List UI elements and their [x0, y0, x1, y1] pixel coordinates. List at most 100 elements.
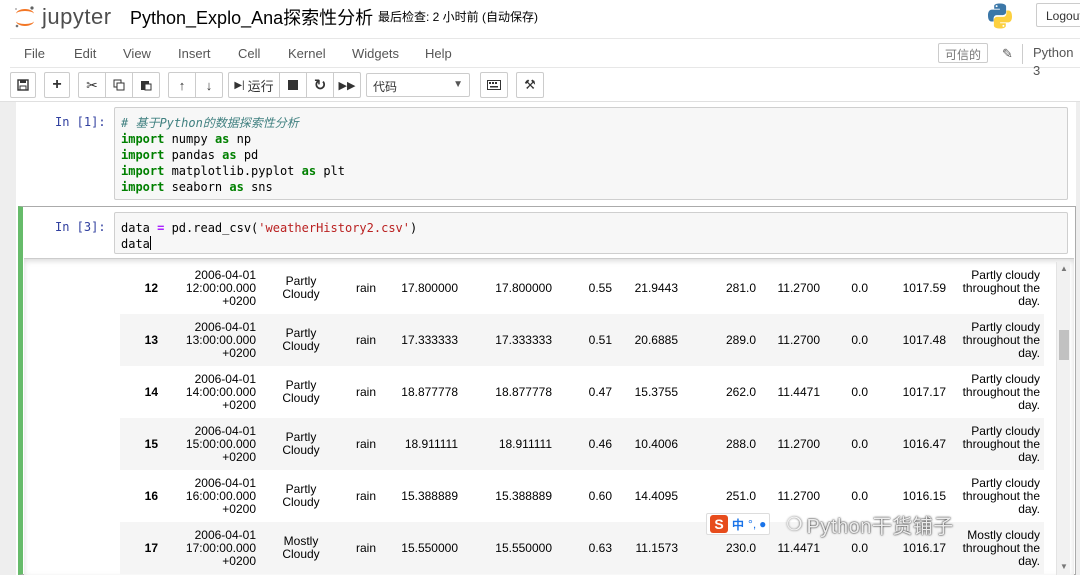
cell-2-code-editor[interactable]: data = pd.read_csv('weatherHistory2.csv'…	[114, 212, 1068, 254]
run-button[interactable]: ▶| 运行	[228, 72, 280, 98]
cell-text: 251.0	[725, 488, 756, 503]
scroll-up-arrow-icon[interactable]: ▲	[1060, 264, 1068, 273]
command-palette-button[interactable]	[480, 72, 508, 98]
cell-text: 1016.47	[902, 436, 946, 451]
code-line: data	[121, 236, 1061, 252]
cell-text: 15.388889	[495, 488, 552, 503]
table-cell-temp: 17.333333	[390, 314, 458, 366]
code-token: seaborn	[164, 180, 230, 194]
cell-text: 18.911111	[404, 436, 458, 451]
watermark: S 中 °, ● ❍ Python干货铺子	[706, 510, 954, 538]
code-token: np	[229, 132, 252, 146]
cell-text: 0.0	[851, 488, 868, 503]
menu-file[interactable]: File	[24, 46, 45, 61]
scissors-icon: ✂	[86, 76, 98, 93]
kernel-indicator[interactable]: Python 3	[1022, 44, 1080, 78]
logout-button[interactable]: Logout	[1036, 3, 1080, 27]
toggle-toolbar-button[interactable]: ⚒	[516, 72, 544, 98]
output-scrollbar[interactable]: ▲ ▼	[1056, 262, 1070, 575]
cell-text: 1017.48	[902, 332, 946, 347]
table-row: 14 2006-04-01 14:00:00.000 +0200 Partly Cloud…	[120, 366, 1044, 418]
interrupt-button[interactable]	[279, 72, 307, 98]
menu-edit[interactable]: Edit	[74, 46, 96, 61]
move-up-button[interactable]: ↑	[168, 72, 196, 98]
cell-type-select[interactable]: 代码 ▼	[366, 73, 470, 97]
restart-button[interactable]: ↻	[306, 72, 334, 98]
ime-toolbar[interactable]: S 中 °, ●	[706, 513, 771, 535]
cell-text: 11.4471	[777, 540, 821, 555]
copy-button[interactable]	[105, 72, 133, 98]
table-cell-summary: Mostly Cloudy	[278, 522, 324, 574]
table-cell-wind-bearing: 288.0	[710, 418, 756, 470]
scroll-down-arrow-icon[interactable]: ▼	[1060, 562, 1068, 571]
menu-widgets[interactable]: Widgets	[352, 46, 399, 61]
table-cell-temp: 17.800000	[390, 262, 458, 314]
ime-mode-label: 中	[732, 517, 745, 532]
cell-text: 11.4471	[777, 384, 821, 399]
wrench-icon: ⚒	[524, 77, 536, 92]
copy-icon	[113, 79, 125, 91]
cell-text: 11.2700	[777, 332, 821, 347]
notebook-header: jupyter Python_Explo_Ana探索性分析 最后检查: 2 小时…	[0, 0, 1080, 36]
table-cell-index: 14	[120, 366, 158, 418]
paste-button[interactable]	[132, 72, 160, 98]
menu-help[interactable]: Help	[425, 46, 452, 61]
table-cell-loud-cover: 0.0	[834, 418, 868, 470]
scroll-thumb[interactable]	[1059, 330, 1069, 360]
cell-text: 18.877778	[401, 384, 458, 399]
cut-button[interactable]: ✂	[78, 72, 106, 98]
code-token: as	[222, 148, 237, 162]
cell-text: 289.0	[725, 332, 756, 347]
table-cell-index: 17	[120, 522, 158, 574]
table-cell-humidity: 0.46	[570, 418, 612, 470]
save-button[interactable]	[10, 72, 36, 98]
jupyter-logo[interactable]: jupyter	[12, 4, 112, 30]
cell-text: Partly Cloudy	[282, 378, 320, 405]
cell-text: 17.800000	[401, 280, 458, 295]
trusted-indicator[interactable]: 可信的	[938, 43, 989, 63]
cell-text: 17.800000	[495, 280, 552, 295]
text-cursor	[149, 236, 151, 250]
notebook-title[interactable]: Python_Explo_Ana探索性分析	[130, 4, 373, 30]
cell-text: 14	[144, 384, 158, 399]
code-token: import	[121, 132, 165, 146]
table-cell-loud-cover: 0.0	[834, 366, 868, 418]
cell-text: 17.333333	[401, 332, 458, 347]
table-cell-pressure: 1016.47	[890, 418, 946, 470]
table-cell-visibility: 11.2700	[770, 262, 821, 314]
table-cell-index: 16	[120, 470, 158, 522]
step-forward-icon: ▶|	[234, 79, 245, 91]
cell-text: 17	[144, 540, 158, 555]
cell-text: 15.3755	[634, 384, 678, 399]
cell-text: 2006-04-01 16:00:00.000 +0200	[185, 475, 256, 516]
table-cell-precip: rain	[342, 470, 376, 522]
cell-text: 16	[144, 488, 158, 503]
cell-text: rain	[355, 488, 376, 503]
arrow-down-icon: ↓	[205, 77, 213, 93]
menu-view[interactable]: View	[123, 46, 151, 61]
cell-text: 0.0	[851, 384, 868, 399]
cell-text: 18.877778	[495, 384, 552, 399]
cell-text: 15.550000	[495, 540, 552, 555]
cell-text: 0.47	[588, 384, 612, 399]
run-button-label: 运行	[247, 78, 274, 94]
cell-text: 21.9443	[634, 280, 678, 295]
code-token: as	[301, 164, 317, 178]
menu-kernel[interactable]: Kernel	[288, 46, 326, 61]
table-cell-wind-speed: 14.4095	[620, 470, 678, 522]
table-cell-index: 12	[120, 262, 158, 314]
restart-run-all-button[interactable]: ▶▶	[333, 72, 361, 98]
insert-cell-button[interactable]: +	[44, 72, 70, 98]
menu-insert[interactable]: Insert	[178, 46, 211, 61]
cell-text: 10.4006	[634, 436, 678, 451]
code-line: import matplotlib.pyplot as plt	[121, 163, 1061, 179]
cell-text: 15.388889	[401, 488, 458, 503]
menu-cell[interactable]: Cell	[238, 46, 260, 61]
code-line: # 基于Python的数据探索性分析	[121, 115, 1061, 131]
cell-1-code-editor[interactable]: # 基于Python的数据探索性分析 import numpy as np impo…	[114, 107, 1068, 200]
table-cell-summary: Partly Cloudy	[278, 314, 324, 366]
table-cell-loud-cover: 0.0	[834, 314, 868, 366]
cell-text: 1017.17	[902, 384, 946, 399]
move-down-button[interactable]: ↓	[195, 72, 223, 98]
code-line: data = pd.read_csv('weatherHistory2.csv'…	[121, 220, 1061, 236]
